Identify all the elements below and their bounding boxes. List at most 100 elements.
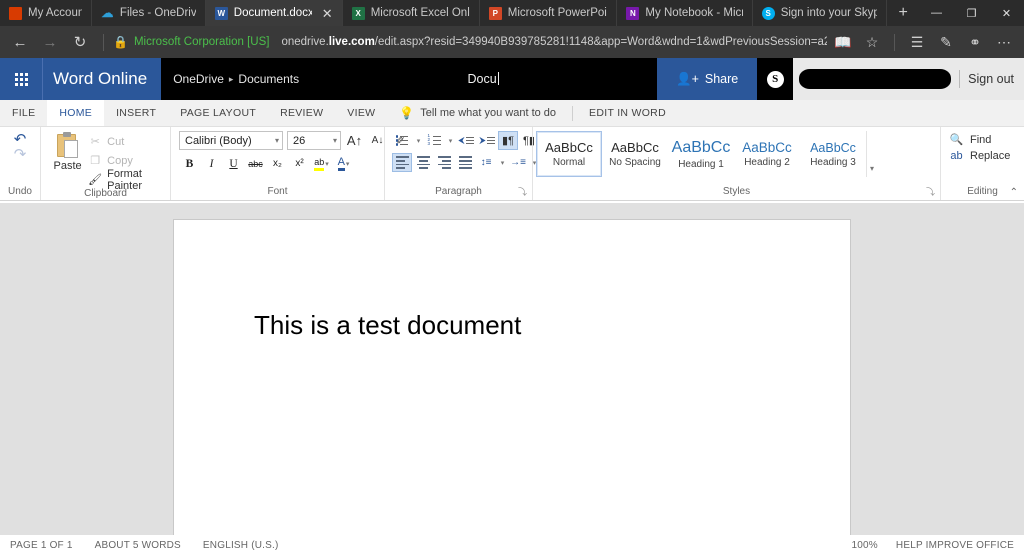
justify-button[interactable] bbox=[455, 153, 475, 172]
increase-indent-button[interactable]: ⮞ bbox=[477, 131, 497, 150]
app-brand-title[interactable]: Word Online bbox=[42, 58, 162, 100]
strikethrough-button[interactable]: abc bbox=[245, 154, 266, 173]
decrease-indent-button[interactable]: ⮜ bbox=[456, 131, 476, 150]
numbered-list-caret[interactable]: ▾ bbox=[445, 131, 455, 150]
grow-font-button[interactable]: A↑ bbox=[345, 131, 364, 150]
style-no-spacing[interactable]: AaBbCc No Spacing bbox=[602, 131, 668, 177]
tab-review[interactable]: REVIEW bbox=[268, 100, 335, 126]
highlight-color-button[interactable]: ab ▾ bbox=[311, 154, 332, 173]
font-size-select[interactable]: 26 ▾ bbox=[287, 131, 341, 150]
share-button[interactable]: 👤+ Share bbox=[657, 58, 758, 100]
tab-page-layout[interactable]: PAGE LAYOUT bbox=[168, 100, 268, 126]
copy-button[interactable]: ❐ Copy bbox=[88, 152, 164, 169]
styles-gallery: AaBbCc Normal AaBbCc No Spacing AaBbCc H… bbox=[536, 131, 866, 177]
collapse-ribbon-button[interactable]: ⌃ bbox=[1010, 187, 1018, 198]
font-name-select[interactable]: Calibri (Body) ▾ bbox=[179, 131, 283, 150]
reload-icon[interactable]: ↻ bbox=[66, 29, 94, 55]
tab-label: My Notebook - Micro bbox=[645, 7, 743, 19]
shading-button[interactable]: →≡ bbox=[508, 153, 528, 172]
breadcrumb-child[interactable]: Documents bbox=[238, 72, 299, 86]
chevron-down-icon: ▾ bbox=[500, 159, 505, 167]
bullet-list-caret[interactable]: ▾ bbox=[413, 131, 423, 150]
browser-tab-powerpoint-online[interactable]: P Microsoft PowerPoint bbox=[480, 0, 618, 26]
breadcrumb-root[interactable]: OneDrive bbox=[173, 72, 224, 86]
style-heading-1[interactable]: AaBbCc Heading 1 bbox=[668, 131, 734, 177]
line-spacing-button[interactable]: ↕≡ bbox=[476, 153, 496, 172]
find-button[interactable]: 🔍 Find bbox=[949, 133, 992, 147]
style-heading-2[interactable]: AaBbCc Heading 2 bbox=[734, 131, 800, 177]
address-bar[interactable]: 🔒 Microsoft Corporation [US] onedrive.li… bbox=[113, 35, 827, 49]
font-name-value: Calibri (Body) bbox=[185, 134, 252, 147]
reading-view-icon[interactable]: 📖 bbox=[829, 29, 857, 55]
browser-tab-my-notebook[interactable]: N My Notebook - Micro bbox=[617, 0, 753, 26]
document-title-input[interactable]: Docu bbox=[468, 72, 501, 86]
numbered-list-button[interactable]: 1 2 3 bbox=[424, 131, 444, 150]
replace-button[interactable]: ab Replace bbox=[949, 150, 1010, 162]
tab-home[interactable]: HOME bbox=[47, 100, 105, 126]
status-zoom-level[interactable]: 100% bbox=[852, 540, 878, 551]
style-normal[interactable]: AaBbCc Normal bbox=[536, 131, 602, 177]
window-maximize-icon[interactable]: ❐ bbox=[954, 0, 989, 26]
align-center-button[interactable] bbox=[413, 153, 433, 172]
paste-button[interactable]: Paste bbox=[47, 131, 88, 172]
style-preview: AaBbCc bbox=[545, 140, 593, 155]
status-language[interactable]: ENGLISH (U.S.) bbox=[203, 540, 279, 551]
document-page[interactable]: This is a test document bbox=[173, 219, 851, 535]
font-color-button[interactable]: A ▾ bbox=[333, 154, 354, 173]
italic-button[interactable]: I bbox=[201, 154, 222, 173]
tab-insert[interactable]: INSERT bbox=[104, 100, 168, 126]
status-word-count[interactable]: ABOUT 5 WORDS bbox=[95, 540, 181, 551]
style-name: Heading 3 bbox=[810, 156, 856, 168]
document-body-text[interactable]: This is a test document bbox=[254, 310, 521, 341]
help-improve-office-link[interactable]: HELP IMPROVE OFFICE bbox=[896, 540, 1014, 551]
app-launcher-icon[interactable] bbox=[0, 58, 42, 100]
tab-view[interactable]: VIEW bbox=[335, 100, 387, 126]
undo-button[interactable]: ↶ bbox=[14, 132, 27, 147]
tell-me-search[interactable]: 💡 Tell me what you want to do bbox=[387, 100, 568, 126]
search-icon: 🔍 bbox=[949, 134, 964, 146]
new-tab-button[interactable]: + bbox=[887, 0, 919, 26]
style-heading-3[interactable]: AaBbCc Heading 3 bbox=[800, 131, 866, 177]
url-text: onedrive.live.com/edit.aspx?resid=349940… bbox=[281, 36, 827, 48]
format-painter-button[interactable]: 🖌 Format Painter bbox=[88, 168, 164, 192]
browser-tab-my-account[interactable]: My Account bbox=[0, 0, 92, 26]
browser-tab-excel-online[interactable]: X Microsoft Excel Onlin bbox=[343, 0, 480, 26]
window-close-icon[interactable]: ✕ bbox=[989, 0, 1024, 26]
line-spacing-caret[interactable]: ▾ bbox=[497, 153, 507, 172]
superscript-button[interactable]: x² bbox=[289, 154, 310, 173]
lock-icon: 🔒 bbox=[113, 35, 128, 49]
style-preview: AaBbCc bbox=[671, 138, 731, 156]
subscript-button[interactable]: x₂ bbox=[267, 154, 288, 173]
redacted-user-name bbox=[799, 69, 952, 89]
sign-out-link[interactable]: Sign out bbox=[968, 72, 1014, 86]
bold-button[interactable]: B bbox=[179, 154, 200, 173]
redo-button[interactable]: ↷ bbox=[14, 147, 27, 162]
window-minimize-icon[interactable]: — bbox=[919, 0, 954, 26]
font-row-secondary: B I U abc x₂ x² ab ▾ A ▾ bbox=[179, 154, 354, 173]
edit-in-word-button[interactable]: EDIT IN WORD bbox=[577, 100, 678, 126]
reading-list-icon[interactable]: ☰ bbox=[903, 29, 931, 55]
browser-tab-files-onedrive[interactable]: ☁ Files - OneDrive bbox=[92, 0, 206, 26]
status-page-count[interactable]: PAGE 1 OF 1 bbox=[10, 540, 73, 551]
back-icon[interactable]: ← bbox=[6, 29, 34, 55]
tab-file[interactable]: FILE bbox=[0, 100, 47, 126]
ltr-text-direction-button[interactable]: ▮¶ bbox=[498, 131, 518, 150]
styles-dialog-launcher[interactable]: ⤵ bbox=[926, 185, 935, 198]
underline-button[interactable]: U bbox=[223, 154, 244, 173]
ribbon-group-undo: ↶ ↷ Undo bbox=[0, 127, 40, 200]
browser-tab-skype[interactable]: S Sign into your Skype bbox=[753, 0, 888, 26]
align-left-button[interactable] bbox=[392, 153, 412, 172]
browser-tab-document-docx[interactable]: W Document.docx - ✕ bbox=[205, 0, 343, 26]
tab-close-icon[interactable]: ✕ bbox=[322, 7, 333, 20]
skype-button[interactable]: S bbox=[757, 58, 794, 100]
more-options-icon[interactable]: ⋯ bbox=[990, 29, 1018, 55]
styles-more-button[interactable]: ▾ bbox=[866, 131, 874, 177]
paragraph-dialog-launcher[interactable]: ⤵ bbox=[518, 185, 527, 198]
web-note-icon[interactable]: ✎ bbox=[932, 29, 960, 55]
bullet-list-button[interactable] bbox=[392, 131, 412, 150]
cut-button[interactable]: ✂ Cut bbox=[88, 133, 164, 150]
align-right-button[interactable] bbox=[434, 153, 454, 172]
share-icon[interactable]: ⚭ bbox=[961, 29, 989, 55]
forward-icon[interactable]: → bbox=[36, 29, 64, 55]
favorite-star-icon[interactable]: ☆ bbox=[858, 29, 886, 55]
